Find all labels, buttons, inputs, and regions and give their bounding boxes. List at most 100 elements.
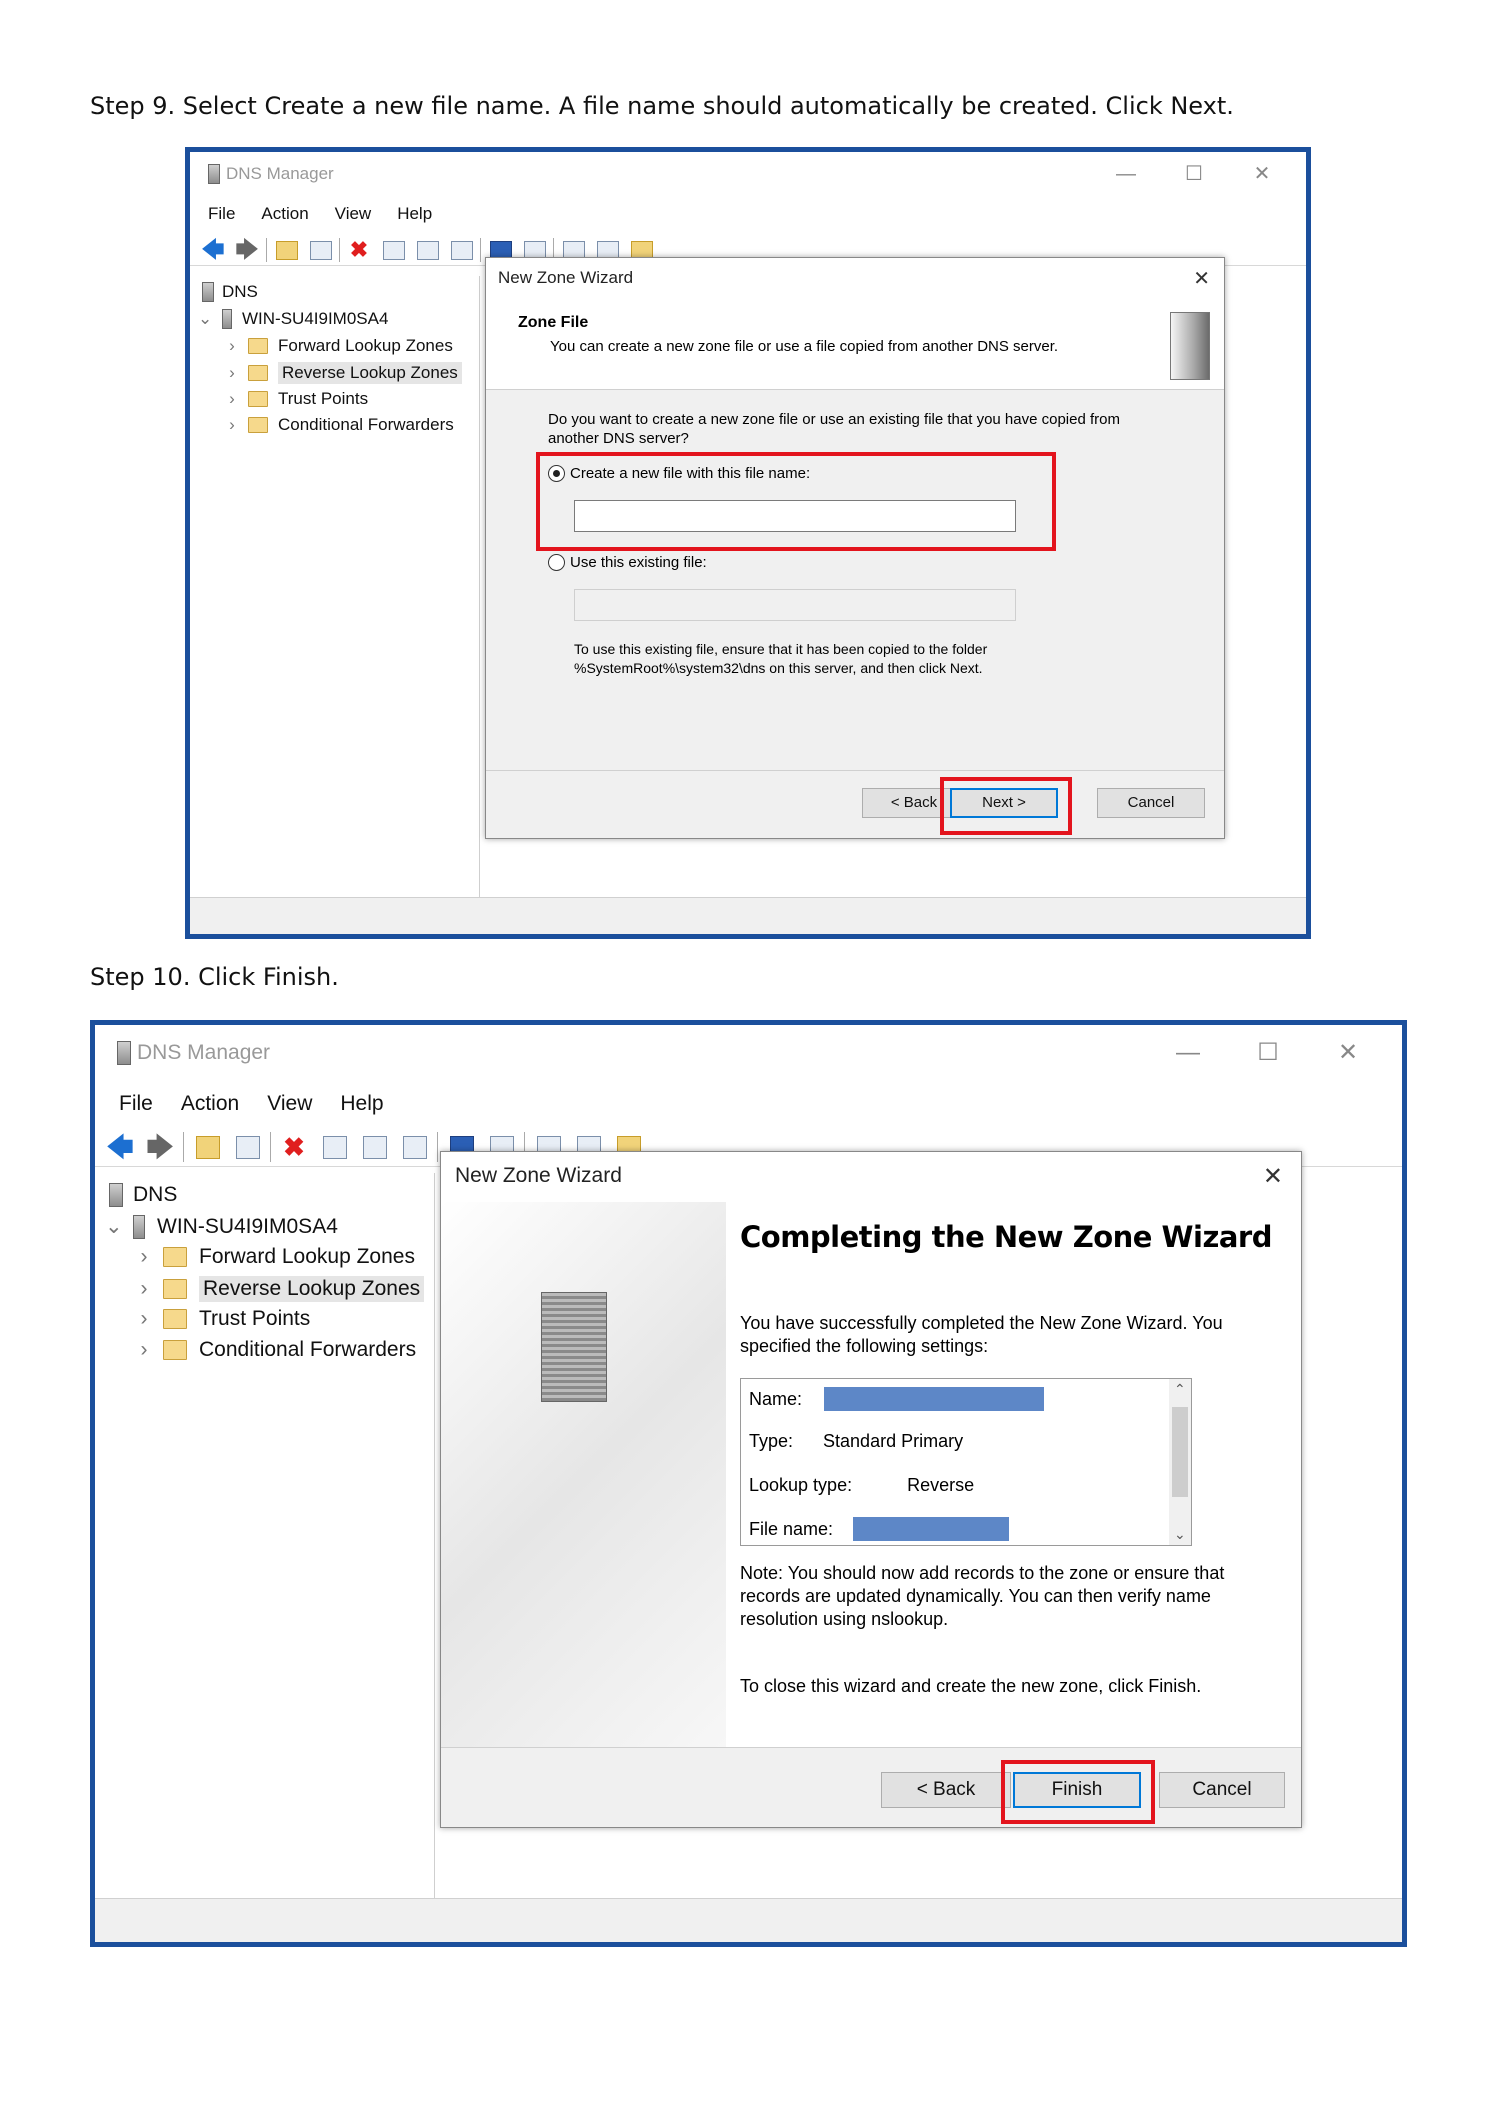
properties-icon[interactable] bbox=[378, 236, 408, 264]
chevron-right-icon[interactable]: › bbox=[137, 1245, 151, 1269]
existing-file-note: To use this existing file, ensure that i… bbox=[574, 640, 987, 678]
new-zone-wizard-dialog: New Zone Wizard ✕ Completing the New Zon… bbox=[440, 1151, 1302, 1828]
menu-help[interactable]: Help bbox=[340, 1092, 383, 1116]
name-label: Name: bbox=[749, 1388, 803, 1409]
server-node-icon bbox=[222, 309, 232, 329]
forward-arrow-icon[interactable]: 🡆 bbox=[232, 236, 262, 264]
menu-view[interactable]: View bbox=[267, 1092, 312, 1116]
up-folder-icon[interactable] bbox=[271, 236, 301, 264]
setting-type: Type: Standard Primary bbox=[749, 1431, 963, 1452]
tree-trust-points[interactable]: Trust Points bbox=[278, 389, 368, 409]
setting-file: File name: bbox=[749, 1517, 1010, 1541]
export-list-icon[interactable] bbox=[397, 1130, 431, 1164]
menu-file[interactable]: File bbox=[119, 1092, 153, 1116]
folder-icon bbox=[248, 338, 268, 354]
status-bar bbox=[95, 1898, 1402, 1942]
forward-arrow-icon[interactable]: 🡆 bbox=[143, 1130, 177, 1164]
chevron-right-icon[interactable]: › bbox=[137, 1277, 151, 1301]
chevron-down-icon[interactable]: ⌄ bbox=[198, 309, 212, 329]
dialog-title: New Zone Wizard bbox=[498, 268, 634, 287]
redacted-name-value bbox=[824, 1387, 1045, 1411]
cancel-button[interactable]: Cancel bbox=[1159, 1772, 1285, 1808]
button-divider bbox=[486, 770, 1224, 771]
cancel-button[interactable]: Cancel bbox=[1097, 788, 1205, 818]
tree-root-dns[interactable]: DNS bbox=[222, 282, 258, 302]
button-divider bbox=[441, 1747, 1301, 1748]
refresh-icon[interactable] bbox=[412, 236, 442, 264]
new-zone-wizard-dialog: New Zone Wizard ✕ Zone File You can crea… bbox=[485, 257, 1225, 839]
wizard-content: Completing the New Zone Wizard You have … bbox=[726, 1202, 1301, 1747]
menu-file[interactable]: File bbox=[208, 204, 235, 224]
chevron-right-icon[interactable]: › bbox=[226, 363, 238, 383]
step-9-screenshot: DNS Manager — ☐ ✕ File Action View Help … bbox=[185, 147, 1311, 939]
tree-root-dns[interactable]: DNS bbox=[133, 1183, 177, 1207]
show-hide-tree-icon[interactable] bbox=[230, 1130, 264, 1164]
option-use-existing[interactable]: Use this existing file: bbox=[548, 554, 707, 571]
close-button[interactable]: ✕ bbox=[1228, 152, 1296, 196]
tree-forward-lookup-zones[interactable]: Forward Lookup Zones bbox=[278, 336, 453, 356]
tree-server[interactable]: WIN-SU4I9IM0SA4 bbox=[242, 309, 388, 329]
tree-reverse-lookup-zones[interactable]: Reverse Lookup Zones bbox=[278, 362, 462, 384]
show-hide-tree-icon[interactable] bbox=[305, 236, 335, 264]
maximize-button[interactable]: ☐ bbox=[1160, 152, 1228, 196]
tree-server[interactable]: WIN-SU4I9IM0SA4 bbox=[157, 1215, 338, 1239]
dns-root-icon bbox=[202, 282, 214, 302]
type-value: Standard Primary bbox=[823, 1431, 964, 1451]
chevron-right-icon[interactable]: › bbox=[226, 389, 238, 409]
chevron-right-icon[interactable]: › bbox=[226, 336, 238, 356]
completion-heading: Completing the New Zone Wizard bbox=[740, 1220, 1273, 1254]
minimize-button[interactable]: — bbox=[1148, 1025, 1228, 1081]
dialog-title-bar: New Zone Wizard bbox=[486, 258, 1224, 298]
scroll-up-icon[interactable]: ⌃ bbox=[1174, 1381, 1186, 1398]
back-arrow-icon[interactable]: 🡄 bbox=[198, 236, 228, 264]
server-node-icon bbox=[133, 1214, 145, 1239]
settings-scrollbar[interactable]: ⌃ ⌄ bbox=[1169, 1379, 1191, 1545]
status-bar bbox=[190, 897, 1306, 934]
dialog-close-icon[interactable]: ✕ bbox=[1263, 1162, 1283, 1191]
lookup-value: Reverse bbox=[907, 1475, 975, 1495]
back-arrow-icon[interactable]: 🡄 bbox=[103, 1130, 137, 1164]
minimize-button[interactable]: — bbox=[1092, 152, 1160, 196]
server-tower-icon bbox=[541, 1292, 607, 1402]
tree-forward-lookup-zones[interactable]: Forward Lookup Zones bbox=[199, 1245, 415, 1269]
highlight-create-new-option bbox=[536, 452, 1056, 551]
completion-note: Note: You should now add records to the … bbox=[740, 1563, 1225, 1629]
scroll-down-icon[interactable]: ⌄ bbox=[1174, 1526, 1186, 1543]
export-list-icon[interactable] bbox=[446, 236, 476, 264]
dialog-title-bar: New Zone Wizard bbox=[441, 1152, 1301, 1202]
step-10-instruction: Step 10. Click Finish. bbox=[90, 963, 339, 991]
highlight-next-button bbox=[940, 777, 1072, 835]
dns-app-icon bbox=[117, 1041, 131, 1065]
chevron-right-icon[interactable]: › bbox=[226, 415, 238, 435]
dialog-close-icon[interactable]: ✕ bbox=[1193, 266, 1210, 291]
folder-icon bbox=[163, 1340, 187, 1360]
tree-trust-points[interactable]: Trust Points bbox=[199, 1307, 310, 1331]
step-9-instruction: Step 9. Select Create a new file name. A… bbox=[90, 92, 1234, 120]
menu-bar: File Action View Help bbox=[190, 204, 432, 224]
properties-icon[interactable] bbox=[317, 1130, 351, 1164]
scroll-thumb[interactable] bbox=[1172, 1407, 1188, 1497]
existing-file-input[interactable] bbox=[574, 589, 1016, 621]
maximize-button[interactable]: ☐ bbox=[1228, 1025, 1308, 1081]
refresh-icon[interactable] bbox=[357, 1130, 391, 1164]
redacted-file-value bbox=[853, 1517, 1010, 1541]
tree-reverse-lookup-zones[interactable]: Reverse Lookup Zones bbox=[199, 1276, 425, 1302]
chevron-down-icon[interactable]: ⌄ bbox=[105, 1214, 123, 1239]
menu-action[interactable]: Action bbox=[181, 1092, 239, 1116]
back-button[interactable]: < Back bbox=[881, 1772, 1011, 1808]
tree-conditional-forwarders[interactable]: Conditional Forwarders bbox=[278, 415, 454, 435]
menu-action[interactable]: Action bbox=[261, 204, 308, 224]
chevron-right-icon[interactable]: › bbox=[137, 1338, 151, 1362]
folder-icon bbox=[248, 417, 268, 433]
delete-icon[interactable]: ✖ bbox=[344, 236, 374, 264]
delete-icon[interactable]: ✖ bbox=[277, 1130, 311, 1164]
chevron-right-icon[interactable]: › bbox=[137, 1307, 151, 1331]
close-button[interactable]: ✕ bbox=[1308, 1025, 1388, 1081]
use-existing-label: Use this existing file: bbox=[570, 554, 707, 571]
menu-help[interactable]: Help bbox=[397, 204, 432, 224]
use-existing-radio[interactable] bbox=[548, 554, 565, 571]
menu-view[interactable]: View bbox=[335, 204, 372, 224]
up-folder-icon[interactable] bbox=[190, 1130, 224, 1164]
tree-conditional-forwarders[interactable]: Conditional Forwarders bbox=[199, 1338, 416, 1362]
window-title: DNS Manager bbox=[226, 164, 334, 183]
